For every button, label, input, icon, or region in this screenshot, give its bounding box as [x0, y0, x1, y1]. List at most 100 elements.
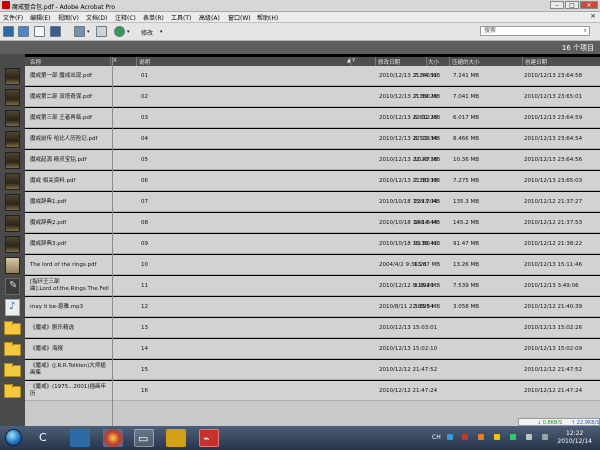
browser-icon[interactable] — [70, 429, 90, 447]
menu-advanced[interactable]: 高级(A) — [199, 13, 220, 22]
save-icon[interactable] — [74, 26, 85, 37]
ime-indicator[interactable]: CH — [432, 434, 441, 441]
filmstrip-view-icon[interactable] — [50, 26, 61, 37]
file-compressed-size: 10.36 MB — [453, 157, 480, 163]
table-row[interactable]: ♪ may it be-恩雅.mp3 12 2010/8/11 22:03:54… — [0, 297, 600, 317]
table-row[interactable]: 《魔戒》海报 14 2010/12/13 15:02:10 2010/12/13… — [0, 339, 600, 359]
media-player-icon[interactable] — [103, 429, 123, 447]
table-row[interactable]: 魔戒第二部 双塔奇谋.pdf 02 2010/12/13 21:59:26 7.… — [0, 87, 600, 107]
grid-view-icon[interactable] — [18, 26, 29, 37]
acrobat-taskbar-icon[interactable]: ⌁ — [199, 429, 219, 447]
menu-help[interactable]: 帮助(H) — [257, 13, 278, 22]
table-row[interactable]: 魔戒 相关资料.pdf 06 2010/12/13 22:30:33 7.282… — [0, 171, 600, 191]
menu-forms[interactable]: 表单(R) — [143, 13, 164, 22]
file-compressed-size: 8.466 MB — [453, 136, 480, 142]
menu-tools[interactable]: 工具(T) — [171, 13, 191, 22]
save-dropdown-icon[interactable]: ▾ — [87, 29, 90, 35]
globe-icon[interactable] — [114, 26, 125, 37]
file-compressed-size: 135.3 MB — [453, 199, 480, 205]
menu-view[interactable]: 视图(V) — [58, 13, 79, 22]
minimize-button[interactable]: – — [550, 1, 564, 9]
search-icon[interactable]: ⌕ — [584, 27, 587, 35]
tray-app-icon[interactable] — [542, 434, 548, 440]
edit-dropdown-icon[interactable]: ▾ — [160, 29, 163, 35]
file-modified: 2010/12/13 15:02:10 — [379, 346, 438, 352]
column-divider[interactable] — [449, 57, 450, 66]
menu-comment[interactable]: 注释(C) — [115, 13, 136, 22]
edit-menu-button[interactable]: 修改 — [141, 28, 153, 37]
file-size: 9.994 MB — [414, 283, 441, 289]
close-button[interactable]: ✕ — [580, 1, 598, 9]
explorer-icon[interactable]: ▭ — [134, 429, 154, 447]
column-divider[interactable] — [426, 57, 427, 66]
maximize-button[interactable]: □ — [565, 1, 579, 9]
table-row[interactable]: 魔戒第一部 魔戒出现.pdf 01 2010/12/13 21:54:51 7.… — [0, 66, 600, 86]
column-divider[interactable] — [350, 57, 351, 66]
table-row[interactable]: 魔戒前传 哈比人历险记.pdf 04 2010/12/13 22:12:34 8… — [0, 129, 600, 149]
table-row[interactable]: The lord of the rings.pdf 10 2004/4/2 9:… — [0, 255, 600, 275]
folder-icon — [4, 321, 21, 335]
pdf-thumbnail-icon — [5, 257, 20, 274]
table-row[interactable]: 魔戒起源 精灵宝钻.pdf 05 2010/12/13 22:23:18 10.… — [0, 150, 600, 170]
tray-help-icon[interactable] — [447, 434, 453, 440]
globe-dropdown-icon[interactable]: ▾ — [127, 29, 130, 35]
column-divider[interactable] — [375, 57, 376, 66]
file-name: 魔戒起源 精灵宝钻.pdf — [30, 157, 87, 163]
column-divider[interactable] — [522, 57, 523, 66]
file-description: 05 — [141, 157, 148, 163]
start-button[interactable] — [5, 429, 22, 446]
tray-app-icon[interactable] — [478, 434, 484, 440]
table-row[interactable]: 魔戒辞典3.pdf 09 2010/10/18 15:39:41 91.80 M… — [0, 234, 600, 254]
file-description: 01 — [141, 73, 148, 79]
search-input[interactable]: 搜索 ⌕ — [480, 26, 590, 36]
column-header-created[interactable]: 创建日期 — [525, 58, 547, 66]
system-clock[interactable]: 12:22 2010/12/14 — [557, 430, 592, 446]
column-header-compressed-size[interactable]: 压缩的大小 — [452, 58, 480, 66]
utility-icon[interactable] — [166, 429, 186, 447]
file-created: 2010/12/13 15:11:46 — [524, 262, 583, 268]
file-name: 魔戒辞典3.pdf — [30, 241, 67, 247]
document-close-icon[interactable]: × — [590, 12, 596, 20]
clock-time: 12:22 — [566, 430, 584, 437]
menu-edit[interactable]: 编辑(E) — [30, 13, 50, 22]
ie-icon[interactable]: C — [36, 429, 56, 447]
column-divider[interactable] — [110, 57, 111, 66]
file-name: [指环王三部曲].Lord.of.the.Rings.The.Fell — [30, 279, 109, 292]
table-row[interactable]: 《魔戒》(J.R.R.Tolkien)大师插画集 15 2010/12/12 2… — [0, 360, 600, 380]
menu-document[interactable]: 文档(D) — [86, 13, 107, 22]
details-pane — [25, 401, 600, 426]
column-header-modified[interactable]: 修改日期 — [378, 58, 400, 66]
page-view-icon[interactable] — [34, 26, 45, 37]
tray-app-icon[interactable] — [462, 434, 468, 440]
folder-icon — [4, 342, 21, 356]
menu-window[interactable]: 窗口(W) — [228, 13, 251, 22]
menu-file[interactable]: 文件(F) — [3, 13, 23, 22]
column-header-y[interactable]: Y — [352, 58, 355, 64]
column-header-x[interactable]: X — [113, 58, 117, 64]
tray-network-icon[interactable] — [510, 434, 516, 440]
table-row[interactable]: 《魔戒》(1975...2001)插画年历 16 2010/12/12 21:4… — [0, 381, 600, 401]
file-compressed-size: 145.2 MB — [453, 220, 480, 226]
file-size: 13.67 MB — [414, 262, 441, 268]
table-row[interactable]: 魔戒辞典1.pdf 07 2010/10/18 15:13:04 139.7 M… — [0, 192, 600, 212]
file-name: 魔戒前传 哈比人历险记.pdf — [30, 136, 98, 142]
print-icon[interactable] — [96, 26, 107, 37]
column-header-size[interactable]: 大小 — [428, 58, 439, 66]
home-icon[interactable] — [3, 26, 14, 37]
file-modified: 2010/12/13 15:03:01 — [379, 325, 438, 331]
window-controls: – □ ✕ — [550, 1, 598, 9]
file-name: 《魔戒》(J.R.R.Tolkien)大师插画集 — [30, 363, 106, 376]
file-description: 06 — [141, 178, 148, 184]
table-row[interactable]: 《魔戒》剧乐精选 13 2010/12/13 15:03:01 2010/12/… — [0, 318, 600, 338]
search-placeholder: 搜索 — [484, 27, 497, 34]
table-row[interactable]: 魔戒辞典2.pdf 08 2010/10/18 16:14:44 148.8 M… — [0, 213, 600, 233]
file-name: 魔戒辞典2.pdf — [30, 220, 67, 226]
tray-volume-icon[interactable] — [526, 434, 532, 440]
tray-app-icon[interactable] — [494, 434, 500, 440]
column-header-name[interactable]: 名称 — [30, 58, 41, 66]
column-divider[interactable] — [136, 57, 137, 66]
column-separator — [112, 401, 113, 426]
table-row[interactable]: ✎ [指环王三部曲].Lord.of.the.Rings.The.Fell 11… — [0, 276, 600, 296]
table-row[interactable]: 魔戒第三部 王者再临.pdf 03 2010/12/13 22:01:20 6.… — [0, 108, 600, 128]
column-header-description[interactable]: 说明 — [139, 58, 150, 66]
